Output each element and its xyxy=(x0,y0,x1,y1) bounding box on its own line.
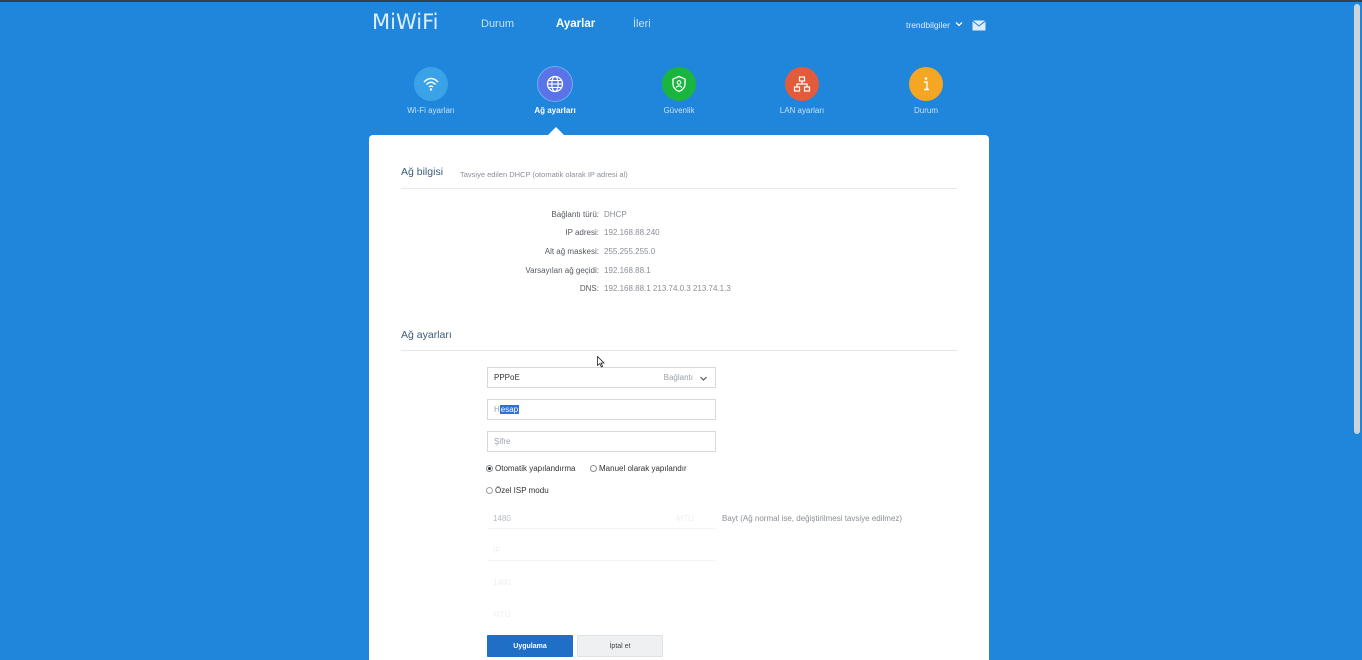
select-value: PPPoE xyxy=(494,373,520,382)
user-menu[interactable]: trendbilgiler xyxy=(906,20,950,30)
shield-icon xyxy=(662,67,696,101)
mouse-cursor-icon xyxy=(597,356,605,368)
globe-icon xyxy=(538,67,572,101)
faint-field-ip[interactable]: IP xyxy=(487,540,716,561)
radio-auto-config[interactable]: Otomatik yapılandırma xyxy=(486,464,575,473)
faint-text: 1480 xyxy=(493,578,511,587)
gateway-label: Varsayılan ağ geçidi: xyxy=(525,266,599,275)
tab-status[interactable]: Durum xyxy=(866,67,986,115)
ip-address-label: IP adresi: xyxy=(565,228,599,237)
tab-label: Ağ ayarları xyxy=(534,106,576,115)
tab-label: LAN ayarları xyxy=(779,106,825,115)
radio-dot xyxy=(590,465,597,472)
nav-status[interactable]: Durum xyxy=(481,18,514,30)
nav-advanced[interactable]: İleri xyxy=(633,18,651,30)
subnet-mask-label: Alt ağ maskesi: xyxy=(544,247,599,256)
password-placeholder: Şifre xyxy=(494,437,511,446)
mtu-note: Bayt (Ağ normal ise, değiştirilmesi tavs… xyxy=(722,514,903,523)
isp-mode-label: Özel ISP modu xyxy=(495,486,549,495)
dns-value: 192.168.88.1 213.74.0.3 213.74.1.3 xyxy=(604,284,731,293)
tab-lan-settings[interactable]: LAN ayarları xyxy=(742,67,862,115)
mtu-input[interactable]: 1480 MTU xyxy=(487,508,716,529)
info-icon xyxy=(909,67,943,101)
connection-type-label: Bağlantı türü: xyxy=(551,210,599,219)
divider xyxy=(401,350,957,351)
account-selected-text: esap xyxy=(499,405,520,414)
tab-label: Durum xyxy=(913,106,938,115)
password-input[interactable]: Şifre xyxy=(487,431,716,452)
chevron-down-icon[interactable] xyxy=(955,20,963,28)
network-icon xyxy=(785,67,819,101)
wifi-icon xyxy=(414,67,448,101)
tab-network-settings[interactable]: Ağ ayarları xyxy=(495,67,615,115)
radio-manual-label: Manuel olarak yapılandır xyxy=(599,464,687,473)
tab-label: Güvenlik xyxy=(663,106,695,115)
isp-mode-checkbox[interactable]: Özel ISP modu xyxy=(486,486,549,495)
chevron-down-icon xyxy=(700,376,707,381)
top-border xyxy=(0,0,1362,2)
faint-text: MTU xyxy=(493,610,511,619)
tab-security[interactable]: Güvenlik xyxy=(619,67,739,115)
network-info-subtitle: Tavsiye edilen DHCP (otomatik olarak IP … xyxy=(460,170,628,179)
divider xyxy=(401,188,957,189)
miwifi-logo: MiWiFi xyxy=(372,10,439,34)
apply-button[interactable]: Uygulama xyxy=(487,635,573,657)
tab-wifi-settings[interactable]: Wi-Fi ayarları xyxy=(371,67,491,115)
tab-label: Wi-Fi ayarları xyxy=(407,106,455,115)
radio-auto-label: Otomatik yapılandırma xyxy=(495,464,576,473)
faint-text: IP xyxy=(493,545,501,555)
select-hint: Bağlantı xyxy=(663,373,693,382)
checkbox-box xyxy=(486,487,493,494)
ip-address-value: 192.168.88.240 xyxy=(604,228,660,237)
radio-dot xyxy=(486,465,493,472)
faint-field-unit[interactable]: MTU xyxy=(487,604,716,625)
mtu-unit: MTU xyxy=(676,513,694,523)
account-input[interactable]: Hesap xyxy=(487,399,716,420)
gateway-value: 192.168.88.1 xyxy=(604,266,651,275)
page-scrollbar[interactable] xyxy=(1354,4,1360,434)
nav-settings[interactable]: Ayarlar xyxy=(556,18,595,30)
network-info-title: Ağ bilgisi xyxy=(401,166,444,178)
subnet-mask-value: 255.255.255.0 xyxy=(604,247,656,256)
network-settings-title: Ağ ayarları xyxy=(401,329,452,341)
cancel-button[interactable]: İptal et xyxy=(577,635,663,657)
settings-panel: Ağ bilgisi Tavsiye edilen DHCP (otomatik… xyxy=(369,135,989,660)
active-tab-pointer xyxy=(548,127,564,135)
connection-type-value: DHCP xyxy=(604,210,627,219)
dns-label: DNS: xyxy=(579,284,599,293)
mtu-value: 1480 xyxy=(493,513,511,523)
connection-type-select[interactable]: PPPoE Bağlantı xyxy=(487,367,716,388)
faint-field-mtu[interactable]: 1480 xyxy=(487,572,716,593)
mail-icon[interactable] xyxy=(972,20,986,31)
radio-manual-config[interactable]: Manuel olarak yapılandır xyxy=(590,464,687,473)
